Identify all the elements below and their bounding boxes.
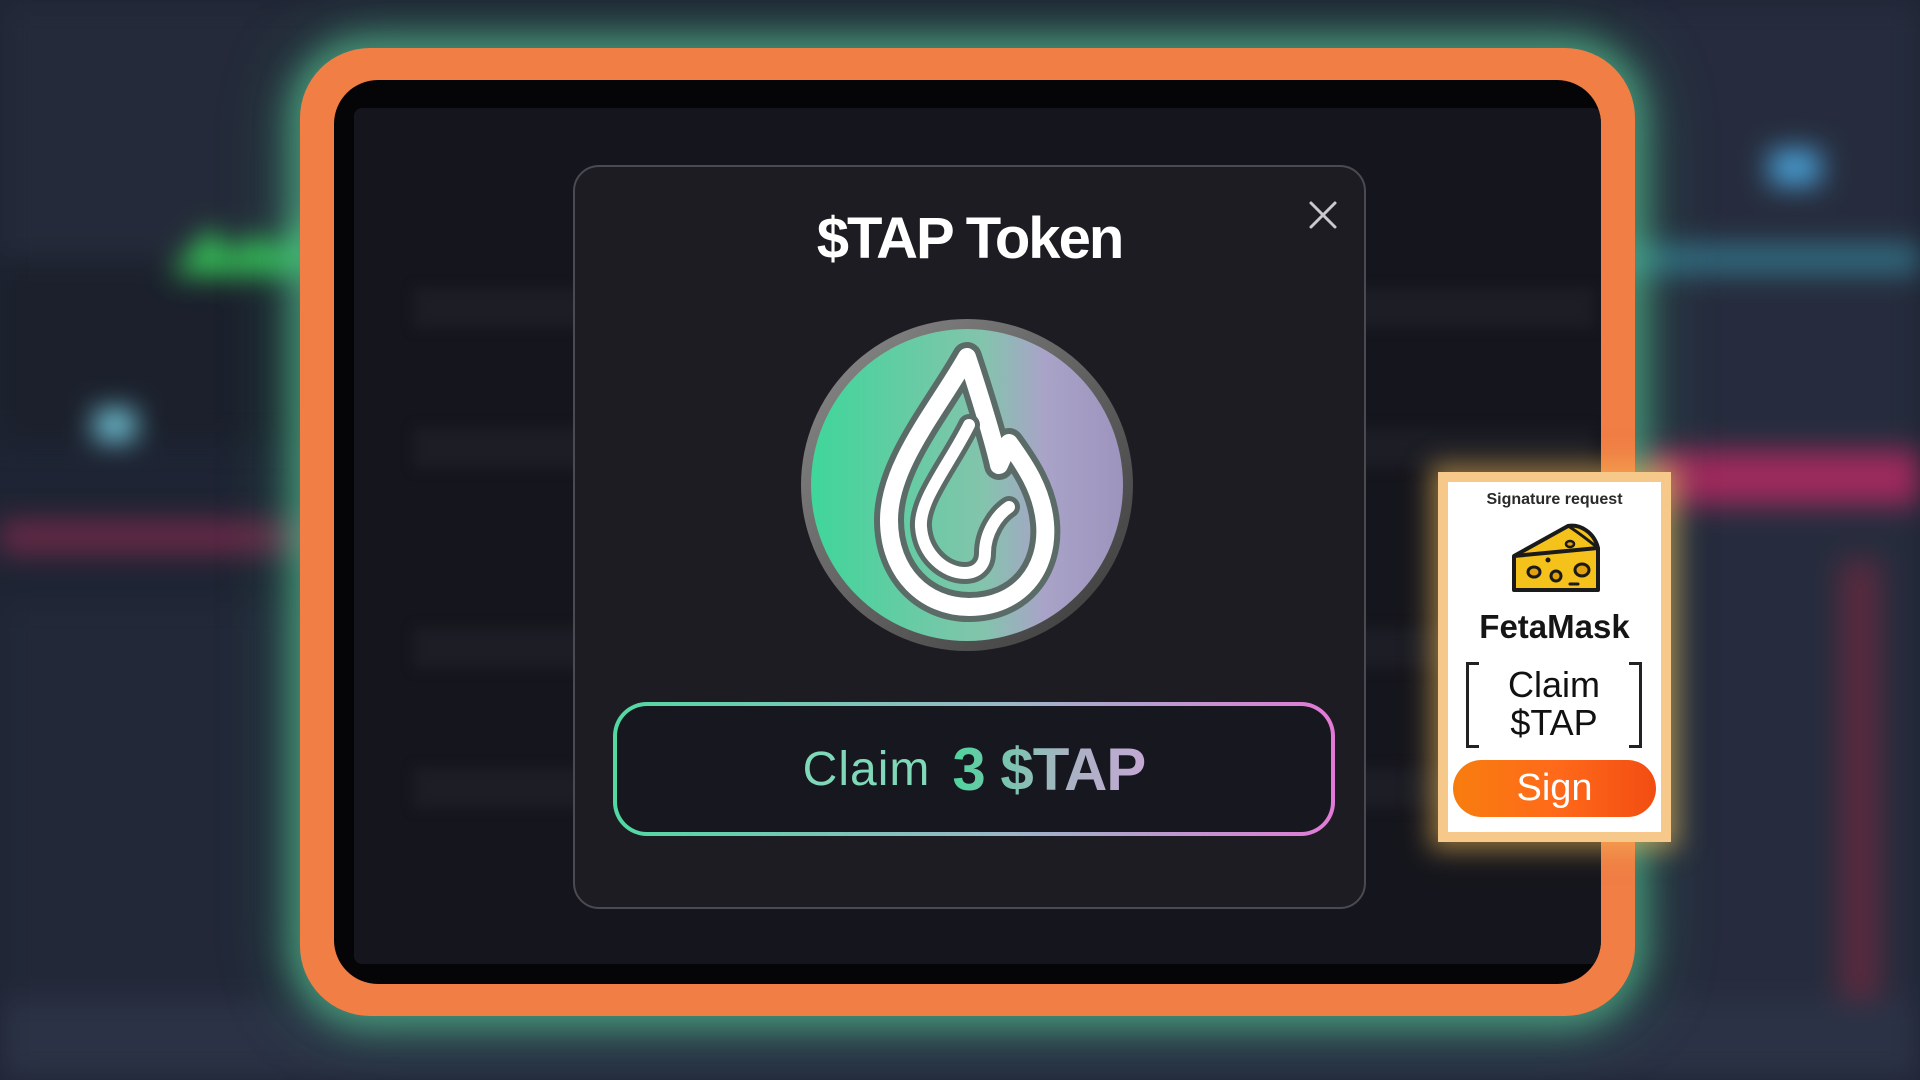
signature-message: Claim $TAP <box>1466 662 1642 748</box>
token-modal: $TAP Token Claim 3 $TAP <box>573 165 1366 909</box>
close-icon[interactable] <box>1303 195 1343 235</box>
claim-label: Claim <box>802 742 931 796</box>
modal-title: $TAP Token <box>816 206 1125 271</box>
wallet-name: FetaMask <box>1479 608 1630 645</box>
claim-amount: 3 $TAP <box>952 735 1146 803</box>
signature-request-title: Signature request <box>1486 491 1623 508</box>
signature-request-popup: Signature request FetaMask Claim $TAP Si… <box>1438 472 1671 842</box>
signature-message-line: $TAP <box>1510 702 1598 743</box>
claim-button[interactable]: Claim 3 $TAP <box>613 702 1335 836</box>
cheese-icon <box>1508 520 1604 596</box>
tap-drop-icon <box>797 315 1137 655</box>
sign-button[interactable]: Sign <box>1453 760 1656 817</box>
signature-message-line: Claim <box>1507 664 1600 705</box>
